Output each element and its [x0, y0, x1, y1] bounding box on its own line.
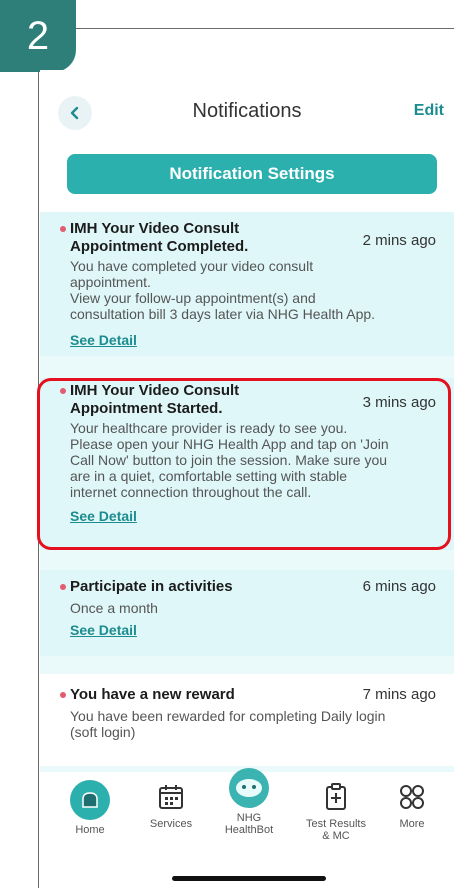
description-line: are in a quiet, comfortable setting with…: [70, 468, 348, 484]
tab-label: More: [399, 818, 425, 830]
tab-healthbot[interactable]: NHG HealthBot: [214, 768, 284, 836]
unread-dot: [60, 226, 66, 232]
notification-description: Your healthcare provider is ready to see…: [70, 420, 440, 500]
notification-title: Participate in activities: [70, 578, 233, 595]
notification-title: You have a new reward: [70, 686, 235, 703]
description-line: You have completed your video consult: [70, 258, 314, 274]
description-line: Call Now' button to join the session. Ma…: [70, 452, 388, 468]
frame-left-line: [38, 70, 39, 888]
description-line: (soft login): [70, 724, 136, 740]
unread-dot: [60, 388, 66, 394]
notification-card[interactable]: IMH Your Video Consult Appointment Start…: [40, 378, 454, 550]
title-line: Appointment Started.: [70, 400, 223, 417]
grid-icon: [400, 785, 424, 809]
tab-label: HealthBot: [224, 824, 274, 836]
calendar-icon: [159, 785, 183, 809]
title-line: IMH Your Video Consult: [70, 382, 240, 399]
title-line: Appointment Completed.: [70, 238, 249, 255]
edit-button[interactable]: Edit: [414, 102, 444, 120]
notification-description: You have been rewarded for completing Da…: [70, 708, 440, 740]
bottom-tab-bar: Home Services NHG HealthBot Test Results…: [40, 768, 454, 888]
see-detail-link[interactable]: See Detail: [70, 332, 137, 348]
description-line: Please open your NHG Health App and tap …: [70, 436, 389, 452]
notification-card[interactable]: You have a new reward 7 mins ago You hav…: [40, 674, 454, 766]
description-line: internet connection throughout the call.: [70, 484, 312, 500]
tab-label: Services: [149, 818, 193, 830]
nav-bar: Notifications Edit: [40, 70, 454, 150]
tab-label: & MC: [322, 830, 350, 842]
description-line: Your healthcare provider is ready to see…: [70, 420, 348, 436]
home-indicator: [172, 876, 326, 881]
notification-time: 3 mins ago: [362, 394, 436, 411]
description-line: consultation bill 3 days later via NHG H…: [70, 306, 376, 322]
notification-description: You have completed your video consult ap…: [70, 258, 440, 322]
notification-title: IMH Your Video Consult Appointment Compl…: [70, 220, 248, 256]
frame-top-line: [70, 28, 454, 29]
tab-home[interactable]: Home: [62, 780, 118, 836]
healthbot-icon: [229, 768, 269, 808]
see-detail-link[interactable]: See Detail: [70, 508, 137, 524]
notification-settings-button[interactable]: Notification Settings: [67, 154, 437, 194]
tab-label: Test Results: [306, 818, 366, 830]
notification-time: 6 mins ago: [362, 578, 436, 595]
tab-label: Home: [75, 824, 105, 836]
tab-label: NHG: [236, 812, 262, 824]
tab-services[interactable]: Services: [136, 780, 206, 830]
step-number: 2: [26, 13, 50, 58]
home-icon: [70, 780, 110, 820]
notification-title: IMH Your Video Consult Appointment Start…: [70, 382, 239, 418]
title-line: IMH Your Video Consult: [70, 220, 240, 237]
description-line: appointment.: [70, 274, 151, 290]
notification-card[interactable]: IMH Your Video Consult Appointment Compl…: [40, 212, 454, 356]
notification-description: Once a month: [70, 600, 440, 616]
notification-time: 7 mins ago: [362, 686, 436, 703]
see-detail-link[interactable]: See Detail: [70, 622, 137, 638]
unread-dot: [60, 584, 66, 590]
phone-screen: Notifications Edit Notification Settings…: [40, 70, 454, 888]
clipboard-icon: [326, 783, 346, 810]
description-line: You have been rewarded for completing Da…: [70, 708, 386, 724]
page-title: Notifications: [192, 100, 302, 122]
tab-more[interactable]: More: [384, 780, 440, 830]
description-line: Once a month: [70, 600, 158, 616]
notification-time: 2 mins ago: [362, 232, 436, 249]
description-line: View your follow-up appointment(s) and: [70, 290, 316, 306]
step-badge: 2: [0, 0, 76, 72]
notification-list: IMH Your Video Consult Appointment Compl…: [40, 212, 454, 772]
tab-test-results[interactable]: Test Results & MC: [296, 780, 376, 842]
notification-card[interactable]: Participate in activities 6 mins ago Onc…: [40, 570, 454, 656]
unread-dot: [60, 692, 66, 698]
